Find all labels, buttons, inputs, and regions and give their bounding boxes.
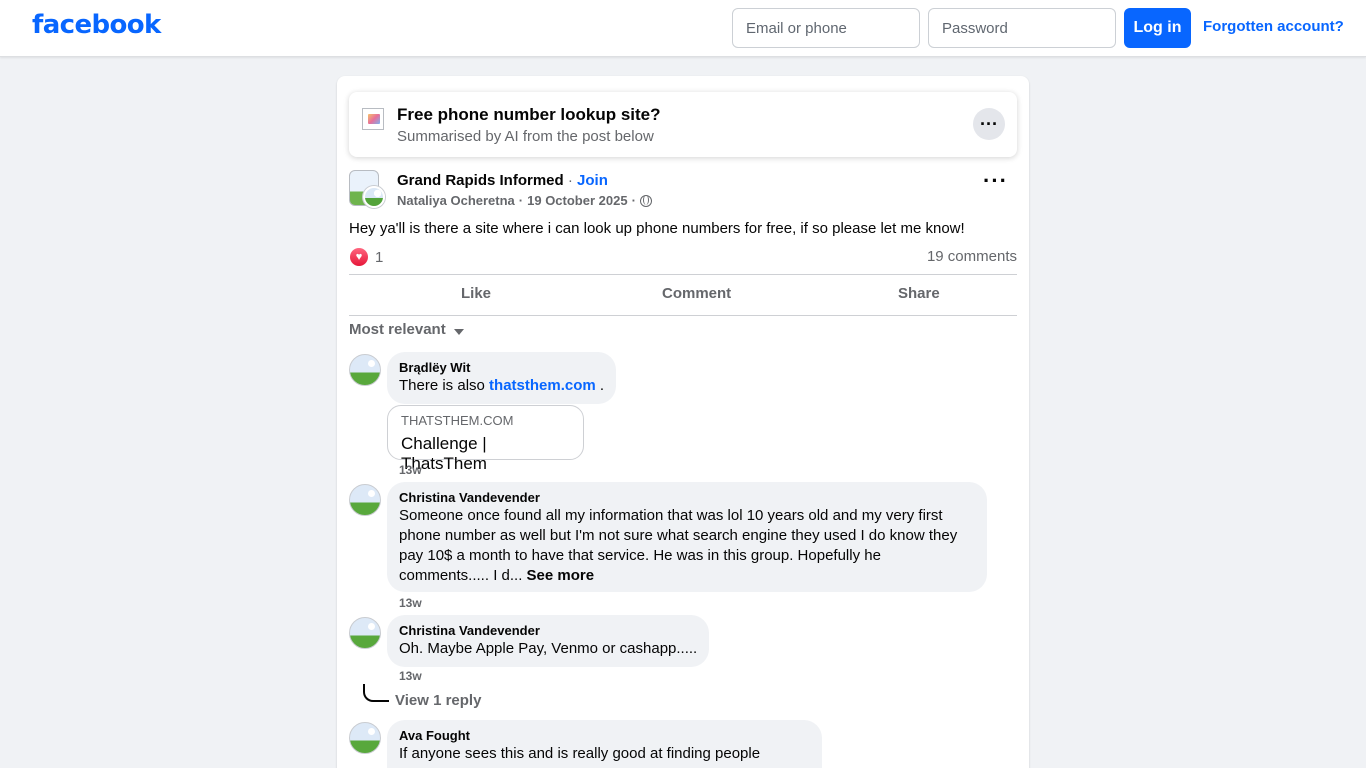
link-preview-card[interactable]: THATSTHEM.COM Challenge | ThatsThem: [387, 405, 584, 473]
comment-text: If anyone sees this and is really good a…: [399, 745, 761, 762]
comment-count-link[interactable]: 19 comments: [927, 248, 1017, 265]
meta-separator: ·: [631, 193, 636, 208]
comment-timestamp[interactable]: 13w: [399, 669, 422, 683]
commenter-avatar[interactable]: [349, 722, 381, 754]
comment-text: There is also thatsthem.com .: [399, 377, 605, 394]
comment-button[interactable]: Comment: [662, 285, 731, 302]
facebook-logo[interactable]: facebook: [32, 10, 161, 40]
top-navigation-bar: facebook Log in Forgotten account?: [0, 0, 1366, 57]
group-avatar[interactable]: [349, 170, 385, 208]
ai-summary-subtitle: Summarised by AI from the post below: [397, 128, 654, 145]
forgotten-account-link[interactable]: Forgotten account?: [1203, 18, 1344, 35]
commenter-avatar[interactable]: [349, 354, 381, 386]
share-button[interactable]: Share: [898, 285, 940, 302]
email-input[interactable]: [732, 8, 920, 48]
commenter-avatar[interactable]: [349, 484, 381, 516]
comment-author[interactable]: Christina Vandevender: [399, 623, 697, 639]
globe-icon: [639, 194, 652, 207]
divider: [349, 315, 1017, 316]
reply-connector-line: [363, 684, 389, 702]
ai-summary-title: Free phone number lookup site?: [397, 105, 661, 124]
login-button[interactable]: Log in: [1124, 8, 1191, 48]
divider: [349, 274, 1017, 275]
comment-bubble: Christina Vandevender Someone once found…: [387, 482, 987, 592]
comment-link[interactable]: thatsthem.com: [489, 377, 596, 394]
like-button[interactable]: Like: [461, 285, 491, 302]
ai-summary-more-button[interactable]: ···: [973, 108, 1005, 140]
view-replies-link[interactable]: View 1 reply: [395, 692, 481, 709]
link-preview-title: Challenge | ThatsThem: [401, 434, 487, 473]
broken-image-icon: [362, 108, 384, 130]
comment-author[interactable]: Brądlëy Wit: [399, 360, 604, 376]
meta-separator: ·: [518, 193, 524, 208]
post-more-button[interactable]: ···: [983, 170, 1008, 192]
post-author-link[interactable]: Nataliya Ocheretna: [397, 193, 515, 208]
join-separator: ·: [563, 172, 578, 189]
comment-text: Someone once found all my information th…: [399, 507, 958, 584]
post-date[interactable]: 19 October 2025: [527, 193, 627, 208]
reaction-count[interactable]: 1: [375, 249, 383, 266]
comment-bubble: Ava Fought If anyone sees this and is re…: [387, 720, 822, 768]
caret-down-icon: [453, 328, 464, 335]
comment-timestamp[interactable]: 13w: [399, 463, 422, 477]
comment-bubble: Brądlëy Wit There is also thatsthem.com …: [387, 352, 617, 404]
post-meta: Nataliya Ocheretna · 19 October 2025 ·: [397, 193, 652, 208]
commenter-avatar[interactable]: [349, 617, 381, 649]
comment-timestamp[interactable]: 13w: [399, 596, 422, 610]
more-dots-icon: ···: [980, 114, 998, 134]
comment-sort-dropdown[interactable]: Most relevant: [349, 321, 464, 338]
love-icon[interactable]: ♥: [350, 248, 368, 266]
post-card: Free phone number lookup site? Summarise…: [337, 76, 1029, 768]
password-input[interactable]: [928, 8, 1116, 48]
join-link[interactable]: Join: [577, 172, 608, 189]
comment-text: Oh. Maybe Apple Pay, Venmo or cashapp...…: [399, 640, 698, 657]
comment-author[interactable]: Christina Vandevender: [399, 490, 975, 506]
comment-bubble: Christina Vandevender Oh. Maybe Apple Pa…: [387, 615, 710, 667]
ai-summary-box[interactable]: Free phone number lookup site? Summarise…: [349, 92, 1017, 157]
sort-label: Most relevant: [349, 321, 446, 338]
comment-author[interactable]: Ava Fought: [399, 728, 810, 744]
group-name-line: Grand Rapids Informed · Join: [397, 172, 608, 189]
author-avatar[interactable]: [363, 186, 385, 208]
see-more-link[interactable]: See more: [527, 567, 595, 584]
group-name-link[interactable]: Grand Rapids Informed: [397, 172, 564, 189]
post-text: Hey ya'll is there a site where i can lo…: [349, 220, 965, 237]
link-preview-domain: THATSTHEM.COM: [401, 413, 514, 428]
